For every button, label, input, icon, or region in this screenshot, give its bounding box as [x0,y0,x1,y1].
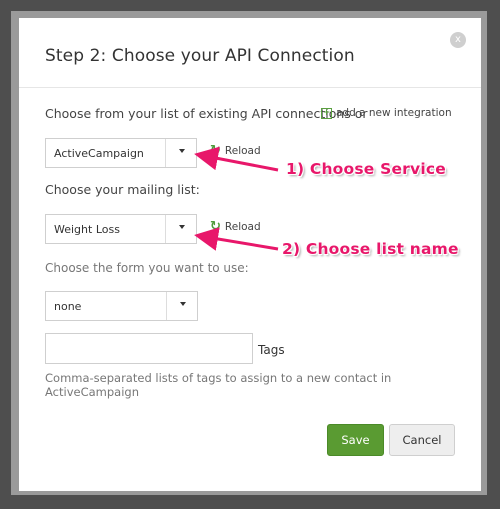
annotation-choose-service: 1) Choose Service [286,160,446,178]
arrow-icon [194,146,279,172]
annotation-choose-list-name: 2) Choose list name [282,240,459,258]
arrow-icon [194,227,279,251]
